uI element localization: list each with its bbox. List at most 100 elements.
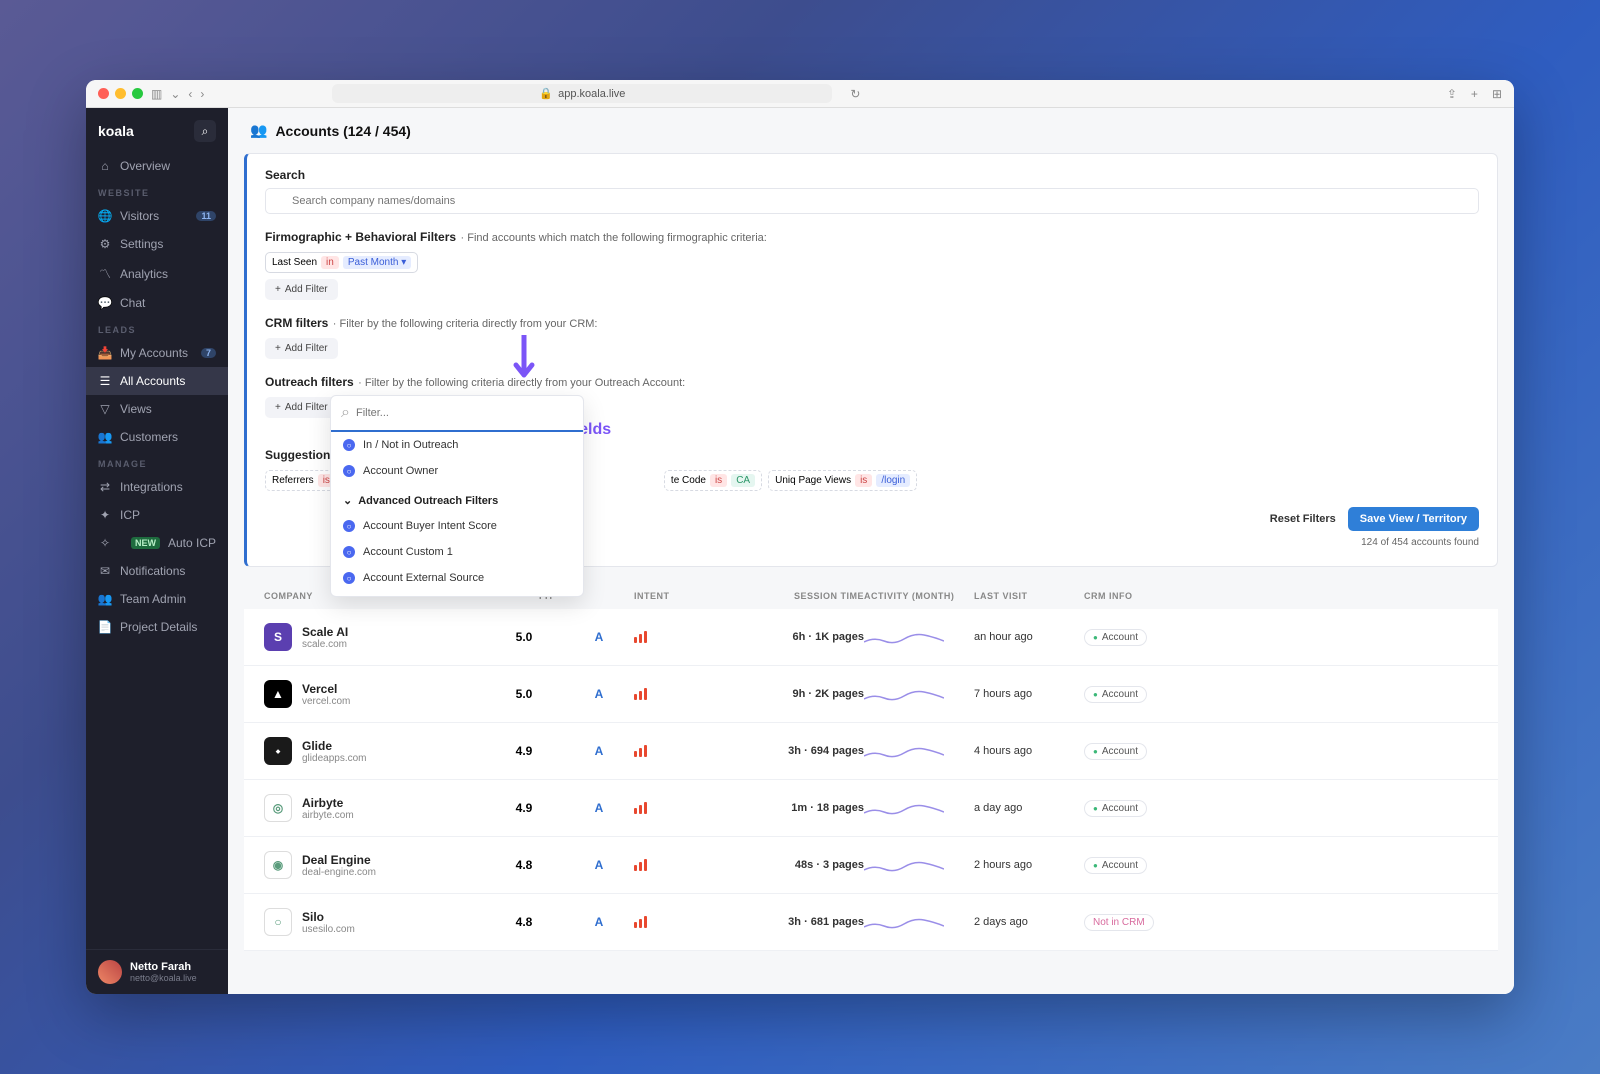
dropdown-item-in-outreach[interactable]: ○ In / Not in Outreach — [331, 432, 583, 458]
chip-field: Last Seen — [272, 257, 317, 268]
new-tab-icon[interactable]: + — [1471, 87, 1478, 101]
chat-icon: 💬 — [98, 296, 112, 310]
chip-val: Past Month ▾ — [343, 256, 411, 269]
dropdown-item-account-owner[interactable]: ○ Account Owner — [331, 458, 583, 484]
session-time: 1m · 18 pages — [734, 802, 864, 814]
url-bar[interactable]: 🔒 app.koala.live — [332, 84, 832, 103]
people-icon: 👥 — [250, 122, 267, 139]
nav-label: My Accounts — [120, 346, 188, 360]
sparkle-icon: ✧ — [98, 536, 112, 550]
dropdown-item-external-source[interactable]: ○ Account External Source — [331, 565, 583, 596]
outreach-filter-label: Outreach filters — [265, 375, 354, 389]
outreach-icon: ○ — [343, 572, 355, 584]
nav-badge: 11 — [196, 211, 216, 221]
reset-filters-button[interactable]: Reset Filters — [1270, 513, 1336, 525]
sidebar: koala ⌕ ⌂ Overview WEBSITE 🌐 Visitors 11… — [86, 108, 228, 994]
outreach-filter-dropdown: ⌕ ○ In / Not in Outreach ○ Account Owner — [330, 395, 584, 597]
nav-visitors[interactable]: 🌐 Visitors 11 — [86, 202, 228, 230]
activity-sparkline — [864, 855, 974, 875]
add-crm-filter-button[interactable]: + Add Filter — [265, 338, 338, 359]
dropdown-item-buyer-intent[interactable]: ○ Account Buyer Intent Score — [331, 513, 583, 539]
company-logo-icon: ○ — [264, 908, 292, 936]
filter-chip-lastseen[interactable]: Last Seen in Past Month ▾ — [265, 252, 418, 273]
search-input[interactable] — [265, 188, 1479, 214]
nav-auto-icp[interactable]: ✧ NEW Auto ICP — [86, 529, 228, 557]
share-icon[interactable]: ⇪ — [1447, 87, 1457, 101]
browser-chrome: ▥ ⌄ ‹ › 🔒 app.koala.live ↻ ⇪ + ⊞ — [86, 80, 1514, 108]
fit-score: 5.0 — [484, 687, 564, 701]
fit-score: 4.8 — [484, 915, 564, 929]
forward-icon[interactable]: › — [200, 87, 204, 101]
table-row[interactable]: ⬩ Glide glideapps.com 4.9 A 3h · 694 pag… — [244, 723, 1498, 780]
table-row[interactable]: ▲ Vercel vercel.com 5.0 A 9h · 2K pages … — [244, 666, 1498, 723]
nav-my-accounts[interactable]: 📥 My Accounts 7 — [86, 339, 228, 367]
company-name: Glide — [302, 739, 366, 753]
table-row[interactable]: ◎ Airbyte airbyte.com 4.9 A 1m · 18 page… — [244, 780, 1498, 837]
nav-settings[interactable]: ⚙ Settings — [86, 230, 228, 258]
chevron-down-icon: ⌄ — [343, 494, 352, 507]
list-icon: ☰ — [98, 374, 112, 388]
suggestion-chip-code[interactable]: te Code is CA — [664, 470, 762, 491]
accounts-table: COMPANY FIT INTENT SESSION TIME ACTIVITY… — [244, 583, 1498, 951]
company-logo-icon: ◎ — [264, 794, 292, 822]
nav-all-accounts[interactable]: ☰ All Accounts — [86, 367, 228, 395]
nav-overview[interactable]: ⌂ Overview — [86, 152, 228, 180]
nav-icp[interactable]: ✦ ICP — [86, 501, 228, 529]
sidebar-toggle-icon[interactable]: ▥ — [151, 87, 162, 101]
last-visit: 7 hours ago — [974, 688, 1084, 700]
fit-grade: A — [564, 630, 634, 644]
nav-notifications[interactable]: ✉ Notifications — [86, 557, 228, 585]
minimize-window-icon[interactable] — [115, 88, 126, 99]
company-name: Scale AI — [302, 625, 348, 639]
nav-label: Auto ICP — [168, 536, 216, 550]
table-row[interactable]: S Scale AI scale.com 5.0 A 6h · 1K pages… — [244, 609, 1498, 666]
nav-section-leads: LEADS — [86, 317, 228, 339]
add-outreach-filter-button[interactable]: + Add Filter — [265, 397, 338, 418]
crm-badge: Account — [1084, 629, 1147, 646]
home-icon: ⌂ — [98, 159, 112, 173]
search-label: Search — [265, 168, 1479, 182]
nav-chat[interactable]: 💬 Chat — [86, 289, 228, 317]
col-session: SESSION TIME — [734, 591, 864, 601]
nav-project-details[interactable]: 📄 Project Details — [86, 613, 228, 641]
save-view-button[interactable]: Save View / Territory — [1348, 507, 1479, 531]
col-activity: ACTIVITY (MONTH) — [864, 591, 974, 601]
nav-section-manage: MANAGE — [86, 451, 228, 473]
nav-team-admin[interactable]: 👥 Team Admin — [86, 585, 228, 613]
table-row[interactable]: ○ Silo usesilo.com 4.8 A 3h · 681 pages … — [244, 894, 1498, 951]
tabs-icon[interactable]: ⊞ — [1492, 87, 1502, 101]
refresh-icon[interactable]: ↻ — [850, 87, 860, 101]
sidebar-footer[interactable]: Netto Farah netto@koala.live — [86, 949, 228, 994]
add-filter-button[interactable]: + Add Filter — [265, 279, 338, 300]
crm-badge: Account — [1084, 800, 1147, 817]
intent-bars-icon — [634, 688, 734, 700]
globe-icon: 🌐 — [98, 209, 112, 223]
last-visit: a day ago — [974, 802, 1084, 814]
nav-analytics[interactable]: 〽 Analytics — [86, 258, 228, 289]
maximize-window-icon[interactable] — [132, 88, 143, 99]
lock-icon: 🔒 — [539, 87, 553, 100]
brand-logo[interactable]: koala — [98, 123, 134, 139]
dropdown-group-advanced[interactable]: ⌄ Advanced Outreach Filters — [331, 484, 583, 513]
nav-integrations[interactable]: ⇄ Integrations — [86, 473, 228, 501]
fit-score: 4.9 — [484, 801, 564, 815]
back-icon[interactable]: ‹ — [188, 87, 192, 101]
search-icon: ⌕ — [202, 124, 209, 139]
table-row[interactable]: ◉ Deal Engine deal-engine.com 4.8 A 48s … — [244, 837, 1498, 894]
intent-bars-icon — [634, 916, 734, 928]
nav-label: Analytics — [120, 267, 168, 281]
fit-grade: A — [564, 687, 634, 701]
filter-icon: ▽ — [98, 402, 112, 416]
suggestion-chip-pageviews[interactable]: Uniq Page Views is /login — [768, 470, 917, 491]
chevron-down-icon[interactable]: ⌄ — [170, 87, 180, 101]
close-window-icon[interactable] — [98, 88, 109, 99]
nav-views[interactable]: ▽ Views — [86, 395, 228, 423]
dropdown-item-custom-1[interactable]: ○ Account Custom 1 — [331, 539, 583, 565]
crm-badge: Not in CRM — [1084, 914, 1154, 931]
crm-badge: Account — [1084, 743, 1147, 760]
traffic-lights — [98, 88, 143, 99]
firmo-filter-desc: Find accounts which match the following … — [467, 232, 767, 244]
nav-customers[interactable]: 👥 Customers — [86, 423, 228, 451]
dropdown-search-input[interactable] — [356, 407, 573, 419]
sidebar-search-button[interactable]: ⌕ — [194, 120, 216, 142]
